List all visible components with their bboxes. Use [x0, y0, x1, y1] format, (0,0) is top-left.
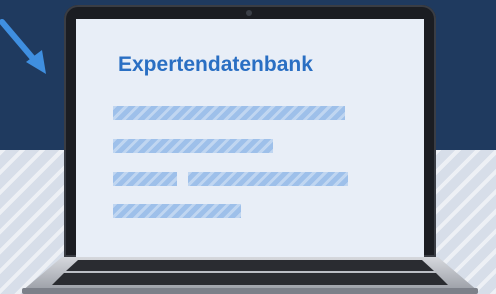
laptop-lid: Expertendatenbank [64, 5, 436, 257]
placeholder-text-line [113, 106, 345, 120]
placeholder-text-line [113, 172, 177, 186]
app-title: Expertendatenbank [118, 53, 313, 76]
placeholder-text-line [113, 204, 241, 218]
camera-icon [246, 10, 252, 16]
placeholder-text-line [188, 172, 348, 186]
laptop-base [22, 257, 478, 294]
arrow-icon [0, 19, 46, 74]
placeholder-text-line [113, 139, 273, 153]
laptop-screen: Expertendatenbank [76, 19, 424, 257]
